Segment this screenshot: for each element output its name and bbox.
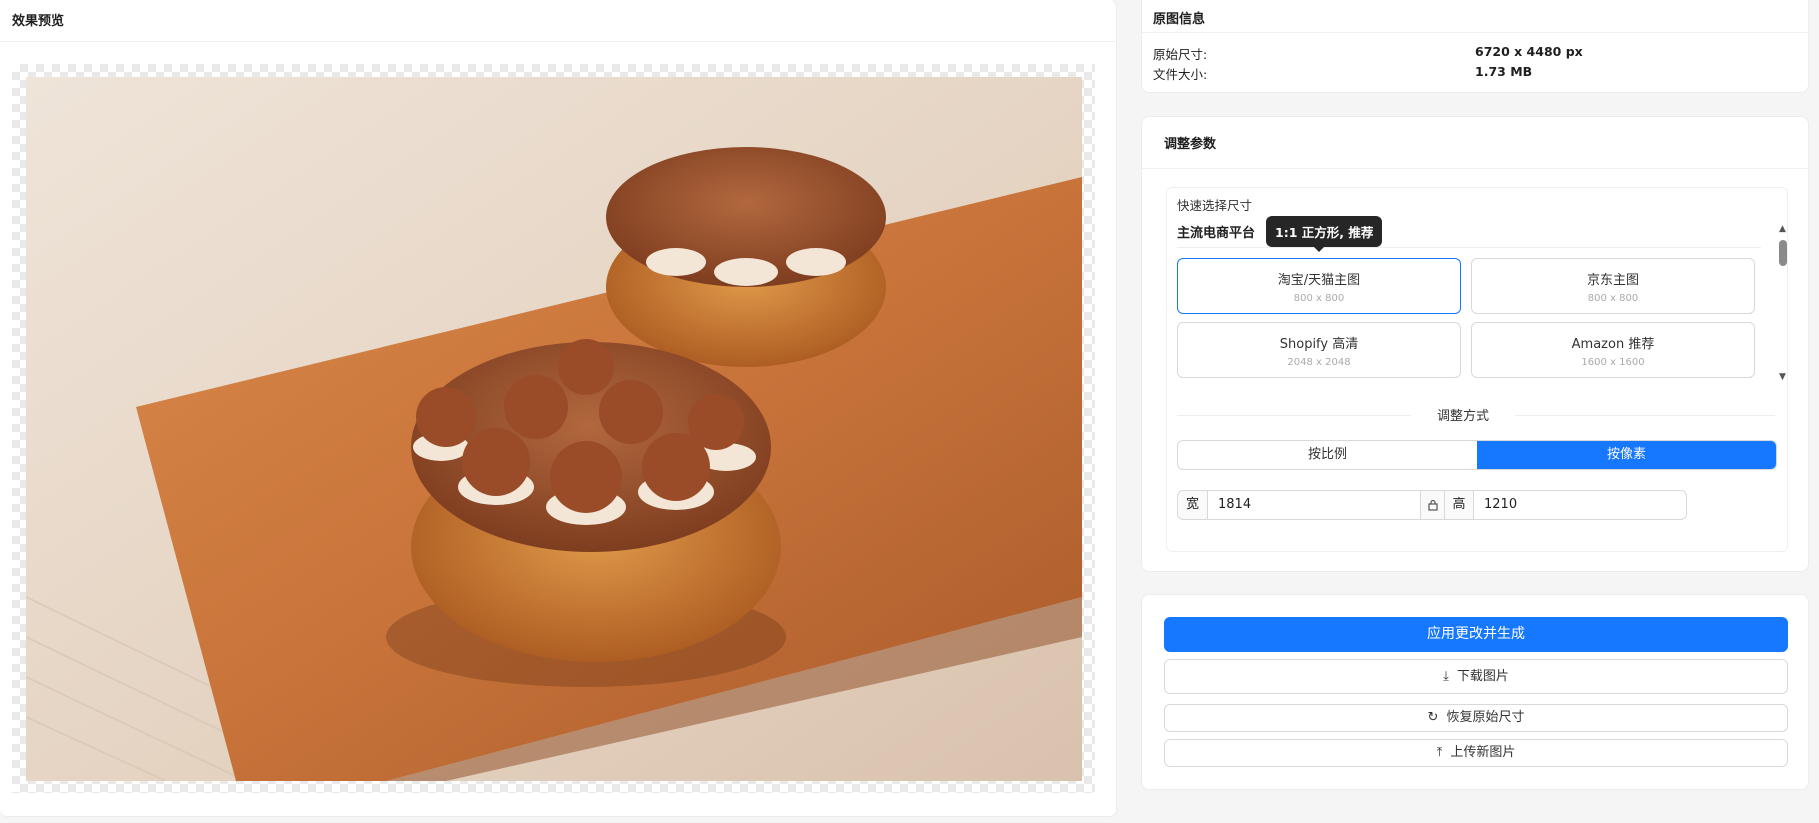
actions-panel: 应用更改并生成 ⤓ 下载图片 ↻ 恢复原始尺寸 ⤒ 上传新图片 (1141, 594, 1809, 790)
scrollbar-thumb[interactable] (1779, 240, 1787, 266)
mode-by-pixel[interactable]: 按像素 (1477, 441, 1776, 469)
adjust-mode-label: 调整方式 (1437, 409, 1490, 424)
reset-size-button[interactable]: ↻ 恢复原始尺寸 (1164, 704, 1788, 732)
upload-icon: ⤒ (1436, 745, 1443, 760)
preset-amazon[interactable]: Amazon 推荐 1600 x 1600 (1471, 322, 1755, 378)
preset-size: 1600 x 1600 (1581, 357, 1645, 368)
preset-tooltip: 1:1 正方形, 推荐 (1266, 216, 1383, 252)
mode-by-ratio[interactable]: 按比例 (1178, 441, 1477, 469)
upload-new-label: 上传新图片 (1450, 745, 1516, 760)
size-options-box: 快速选择尺寸 主流电商平台 淘宝/天猫主图 800 x 800 京东主图 800… (1166, 187, 1788, 552)
original-info-panel: 原图信息 原始尺寸: 6720 x 4480 px 文件大小: 1.73 MB (1141, 0, 1809, 93)
lock-icon[interactable] (1420, 490, 1446, 520)
preset-name: Shopify 高清 (1279, 337, 1359, 352)
preview-image (26, 77, 1082, 781)
preset-shopify[interactable]: Shopify 高清 2048 x 2048 (1177, 322, 1461, 378)
quick-select-label: 快速选择尺寸 (1177, 198, 1253, 213)
file-size-label: 文件大小: (1153, 67, 1208, 82)
apply-generate-button[interactable]: 应用更改并生成 (1164, 617, 1788, 652)
adjust-params-panel: 调整参数 快速选择尺寸 主流电商平台 淘宝/天猫主图 800 x 800 京东主… (1141, 116, 1809, 572)
scroll-down-arrow-icon[interactable]: ▼ (1779, 372, 1786, 382)
mode-divider-right (1515, 415, 1775, 416)
original-info-title: 原图信息 (1142, 0, 1808, 33)
preset-size: 2048 x 2048 (1287, 357, 1351, 368)
width-input[interactable]: 1814 (1207, 490, 1421, 520)
apply-generate-label: 应用更改并生成 (1427, 626, 1525, 642)
preset-size: 800 x 800 (1587, 293, 1639, 304)
platform-divider (1177, 247, 1761, 248)
height-input[interactable]: 1210 (1473, 490, 1687, 520)
download-icon: ⤓ (1443, 669, 1449, 684)
width-addon: 宽 (1177, 490, 1208, 520)
height-addon: 高 (1444, 490, 1474, 520)
adjust-mode-toggle[interactable]: 按比例 按像素 (1177, 440, 1777, 470)
preset-name: 淘宝/天猫主图 (1277, 273, 1361, 288)
mode-divider-left (1177, 415, 1411, 416)
upload-new-button[interactable]: ⤒ 上传新图片 (1164, 739, 1788, 767)
platform-group-label: 主流电商平台 (1177, 226, 1256, 241)
preset-size: 800 x 800 (1293, 293, 1345, 304)
preset-name: 京东主图 (1586, 273, 1639, 288)
download-label: 下载图片 (1456, 669, 1509, 684)
reload-icon: ↻ (1427, 710, 1439, 725)
file-size-value: 1.73 MB (1475, 64, 1533, 79)
preset-jd[interactable]: 京东主图 800 x 800 (1471, 258, 1755, 314)
preset-name: Amazon 推荐 (1571, 337, 1655, 352)
original-size-label: 原始尺寸: (1153, 47, 1208, 62)
preview-title: 效果预览 (0, 0, 1116, 42)
scroll-up-arrow-icon[interactable]: ▲ (1779, 224, 1786, 234)
original-size-value: 6720 x 4480 px (1475, 44, 1583, 59)
reset-size-label: 恢复原始尺寸 (1446, 710, 1525, 725)
download-button[interactable]: ⤓ 下载图片 (1164, 659, 1788, 694)
preset-taobao[interactable]: 淘宝/天猫主图 800 x 800 (1177, 258, 1461, 314)
adjust-params-title: 调整参数 (1142, 117, 1808, 169)
